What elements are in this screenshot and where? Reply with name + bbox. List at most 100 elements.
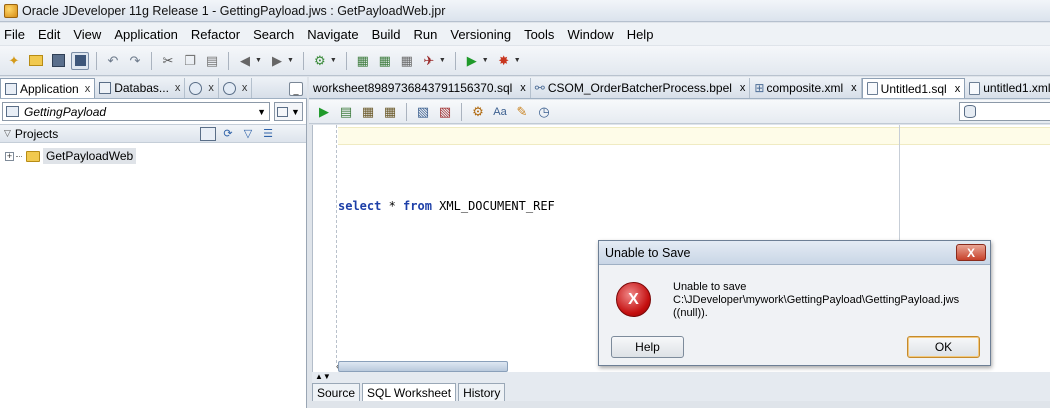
menu-tools[interactable]: Tools — [524, 27, 554, 42]
chevron-down-icon[interactable]: ▼ — [482, 57, 489, 64]
sql-statement[interactable]: select * from XML_DOCUMENT_REF — [338, 199, 555, 213]
close-icon[interactable]: x — [175, 82, 181, 94]
sql-text: XML_DOCUMENT_REF — [431, 199, 555, 213]
clean-icon[interactable]: ▦ — [398, 52, 416, 70]
back-icon[interactable]: ◀ — [236, 52, 254, 70]
connection-selector[interactable] — [959, 102, 1050, 121]
dialog-title-bar: Unable to Save X — [599, 241, 990, 265]
autotrace-icon[interactable]: ▧ — [436, 103, 454, 121]
open-folder-icon[interactable] — [27, 52, 45, 70]
history-clock-icon[interactable]: ◷ — [535, 103, 553, 121]
tree-item-getpayloadweb[interactable]: + GetPayloadWeb — [5, 147, 137, 165]
close-icon[interactable]: x — [955, 83, 961, 95]
dialog-message-path: C:\JDeveloper\mywork\GettingPayload\Gett… — [673, 294, 960, 306]
menu-navigate[interactable]: Navigate — [307, 27, 358, 42]
menu-refactor[interactable]: Refactor — [191, 27, 240, 42]
toolbar-separator — [461, 102, 462, 121]
menu-window[interactable]: Window — [567, 27, 613, 42]
tab-label: Untitled1.sql — [880, 81, 947, 96]
dialog-message-line: Unable to save — [673, 281, 747, 293]
chevron-down-icon[interactable]: ▼ — [287, 57, 294, 64]
tab-worksheet-sql[interactable]: worksheet8989736843791156370.sql x — [309, 78, 531, 98]
tab-composite-xml[interactable]: ⊞ composite.xml x — [750, 78, 862, 98]
menu-search[interactable]: Search — [253, 27, 294, 42]
chevron-down-icon[interactable]: ▼ — [514, 57, 521, 64]
forward-icon[interactable]: ▶ — [268, 52, 286, 70]
ok-button[interactable]: OK — [907, 336, 980, 358]
explain-plan-icon[interactable]: ▧ — [414, 103, 432, 121]
expand-icon[interactable]: + — [5, 151, 14, 161]
tab-history[interactable]: History — [458, 383, 506, 401]
tab-untitled1-xml[interactable]: untitled1.xml x — [965, 78, 1050, 98]
menu-help[interactable]: Help — [627, 27, 654, 42]
sort-icon[interactable]: ☰ — [260, 127, 276, 141]
save-all-icon[interactable] — [71, 51, 89, 70]
sql-worksheet-toolbar: ▶ ▤ ▦ ▦ ▧ ▧ ⚙ Aa ✎ ◷ — [309, 100, 1050, 124]
close-icon[interactable]: x — [740, 82, 746, 94]
close-icon: X — [966, 245, 975, 260]
rollback-icon[interactable]: ▦ — [381, 103, 399, 121]
save-icon[interactable] — [49, 52, 67, 70]
menu-versioning[interactable]: Versioning — [450, 27, 511, 42]
help-button[interactable]: Help — [611, 336, 684, 358]
tab-bpel-process[interactable]: ⚯ CSOM_OrderBatcherProcess.bpel x — [531, 78, 751, 98]
application-selector[interactable]: GettingPayload ▼ — [2, 102, 270, 121]
filter-icon[interactable]: ▽ — [240, 127, 256, 141]
sql-keyword-from: from — [403, 199, 432, 213]
minimize-panel-button[interactable]: _ — [289, 82, 303, 96]
run-icon[interactable]: ▶ — [463, 52, 481, 70]
tab-resource-palette[interactable]: x — [185, 78, 219, 98]
close-icon[interactable]: x — [520, 82, 526, 94]
find-icon[interactable] — [200, 126, 216, 141]
projects-header[interactable]: ▽ Projects ⟳ ▽ ☰ — [0, 124, 306, 143]
projects-header-label: Projects — [14, 126, 59, 141]
sql-connection-icon[interactable]: ⚙ — [311, 52, 329, 70]
tab-sql-worksheet[interactable]: SQL Worksheet — [362, 383, 457, 401]
collapse-triangle-icon[interactable]: ▽ — [4, 128, 11, 139]
tab-label: Application — [20, 81, 79, 96]
sql-keyword-select: select — [338, 199, 382, 213]
globe-icon — [189, 81, 203, 95]
chevron-down-icon[interactable]: ▼ — [439, 57, 446, 64]
tab-application[interactable]: Application x — [0, 78, 96, 98]
paste-icon[interactable]: ▤ — [203, 52, 221, 70]
tab-label: worksheet8989736843791156370.sql — [313, 81, 513, 95]
copy-icon[interactable]: ❐ — [181, 52, 199, 70]
chevron-down-icon[interactable]: ▼ — [330, 57, 337, 64]
rebuild-icon[interactable]: ▦ — [376, 52, 394, 70]
menu-file[interactable]: File — [4, 27, 25, 42]
tab-untitled1-sql[interactable]: Untitled1.sql x — [861, 78, 966, 98]
collapse-arrows-icon[interactable]: ▲▼ — [312, 372, 1050, 382]
menu-edit[interactable]: Edit — [38, 27, 60, 42]
menu-run[interactable]: Run — [414, 27, 438, 42]
make-icon[interactable]: ▦ — [354, 52, 372, 70]
clear-eraser-icon[interactable]: ✎ — [513, 103, 531, 121]
change-case-icon[interactable]: Aa — [491, 103, 509, 121]
redo-icon[interactable]: ↷ — [126, 52, 144, 70]
menu-build[interactable]: Build — [372, 27, 401, 42]
run-script-icon[interactable]: ▤ — [337, 103, 355, 121]
cut-icon[interactable]: ✂ — [159, 52, 177, 70]
refresh-icon[interactable]: ⟳ — [220, 127, 236, 141]
run-statement-icon[interactable]: ▶ — [315, 103, 333, 121]
horizontal-scrollbar-thumb[interactable] — [338, 361, 508, 372]
chevron-down-icon[interactable]: ▼ — [255, 57, 262, 64]
sql-tuning-icon[interactable]: ⚙ — [469, 103, 487, 121]
close-icon[interactable]: x — [851, 82, 857, 94]
undo-icon[interactable]: ↶ — [104, 52, 122, 70]
tab-label: composite.xml — [766, 81, 844, 95]
tab-databases[interactable]: Databas... x — [95, 78, 186, 98]
application-menu-button[interactable]: ▼ — [274, 102, 303, 121]
new-icon[interactable]: ✦ — [5, 52, 23, 70]
menu-view[interactable]: View — [73, 27, 101, 42]
close-icon[interactable]: x — [208, 82, 214, 94]
commit-icon[interactable]: ▦ — [359, 103, 377, 121]
close-icon[interactable]: x — [242, 82, 248, 94]
tab-source[interactable]: Source — [312, 383, 361, 401]
tab-run-manager[interactable]: x — [219, 78, 253, 98]
debug-bug-icon[interactable]: ✸ — [495, 52, 513, 70]
deploy-icon[interactable]: ✈ — [420, 52, 438, 70]
dialog-close-button[interactable]: X — [956, 244, 986, 261]
close-icon[interactable]: x — [85, 83, 91, 95]
menu-application[interactable]: Application — [114, 27, 178, 42]
